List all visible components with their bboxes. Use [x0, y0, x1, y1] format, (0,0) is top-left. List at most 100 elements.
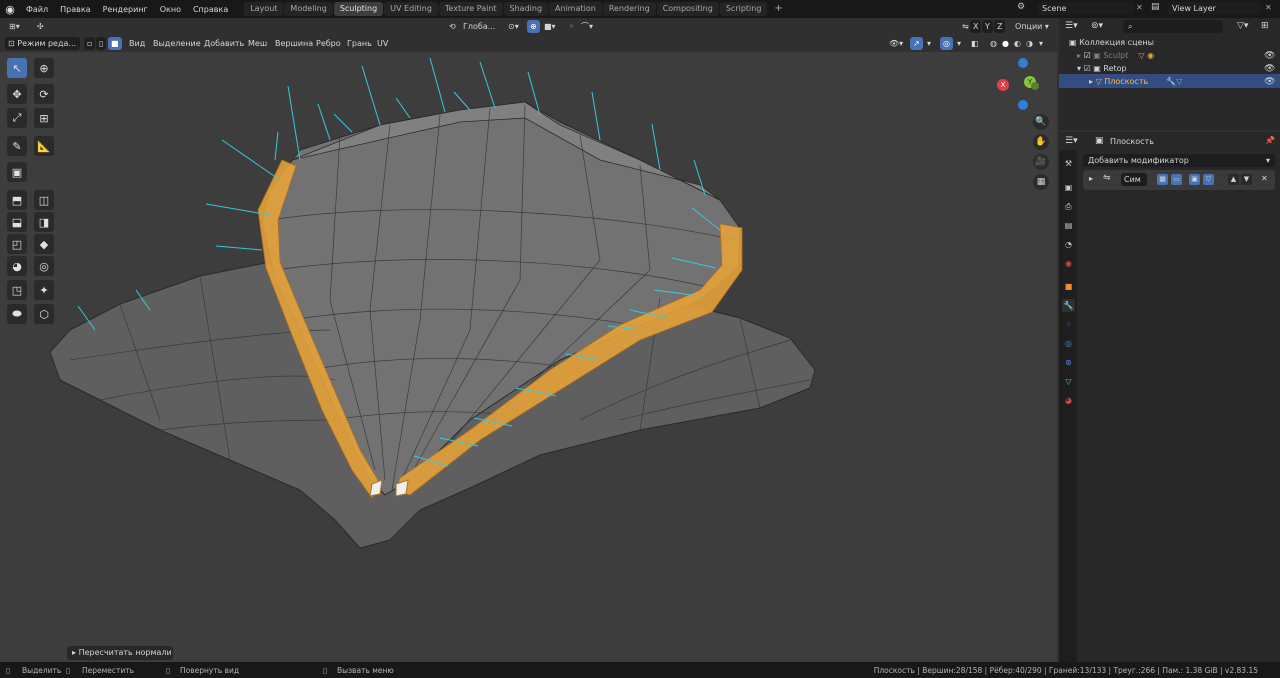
loop-cut-tool[interactable]: ◨	[34, 212, 54, 232]
scene-icon[interactable]: ⚙	[1017, 2, 1025, 12]
bevel-tool[interactable]: ⬓	[7, 212, 27, 232]
orientation-icon[interactable]: ⟲	[446, 20, 459, 33]
tab-rendering[interactable]: Rendering	[602, 2, 656, 16]
transform-tool[interactable]: ⊞	[34, 108, 54, 128]
physics-tab-icon[interactable]: ◎	[1062, 337, 1075, 350]
tab-layout[interactable]: Layout	[244, 2, 284, 16]
view-layer-icon[interactable]: ▤	[1151, 2, 1160, 12]
move-up-icon[interactable]: ▲	[1228, 174, 1239, 185]
scene-tab-icon[interactable]: ◔	[1062, 238, 1075, 251]
outliner-item-retop[interactable]: ▾ ☑ ▣ Retop	[1077, 64, 1127, 73]
select-face-icon[interactable]: ■	[108, 37, 122, 50]
pivot-point-icon[interactable]: ⊙▾	[505, 20, 522, 33]
operator-redo-panel[interactable]: ▸ Пересчитать нормали	[67, 646, 173, 660]
constraints-tab-icon[interactable]: ⊛	[1062, 356, 1075, 369]
outliner-item-plane[interactable]: ▸ ▽ Плоскость 🔧▽	[1089, 77, 1182, 86]
menu-edit[interactable]: Правка	[54, 5, 96, 14]
output-tab-icon[interactable]: ⎙	[1062, 200, 1075, 213]
particles-tab-icon[interactable]: ⁘	[1062, 318, 1075, 331]
select-box-tool[interactable]: ↖	[7, 58, 27, 78]
cage-toggle-icon[interactable]: ▽	[1203, 174, 1214, 185]
render-tab-icon[interactable]: ▣	[1062, 181, 1075, 194]
tab-scripting[interactable]: Scripting	[719, 2, 768, 16]
view-layer-close-icon[interactable]: ✕	[1265, 3, 1272, 12]
move-tool[interactable]: ✥	[7, 84, 27, 104]
options-dropdown[interactable]: Опции ▾	[1012, 20, 1052, 33]
snap-target-icon[interactable]: ■▾	[541, 20, 559, 33]
render-toggle-icon[interactable]: ▣	[1189, 174, 1200, 185]
add-modifier-dropdown[interactable]: Добавить модификатор ▾	[1083, 154, 1275, 167]
tab-sculpting[interactable]: Sculpting	[333, 2, 384, 16]
visibility-eye-icon[interactable]: 👁	[1264, 64, 1275, 74]
gizmo-z-axis[interactable]	[1018, 100, 1028, 110]
menu-face[interactable]: Грань	[344, 37, 375, 50]
overlay-dropdown[interactable]: ▾	[954, 37, 964, 50]
smooth-tool[interactable]: ◎	[34, 256, 54, 276]
tab-modeling[interactable]: Modeling	[284, 2, 333, 16]
overlay-toggle[interactable]: ◎	[940, 37, 953, 50]
snap-toggle[interactable]: ⊕	[527, 20, 540, 33]
select-edge-icon[interactable]: ▯	[96, 37, 107, 50]
tab-animation[interactable]: Animation	[549, 2, 602, 16]
editor-type-icon[interactable]: ⊞▾	[6, 20, 23, 33]
data-tab-icon[interactable]: ▽	[1062, 375, 1075, 388]
visibility-icon[interactable]: 👁▾	[886, 37, 906, 50]
xray-icon[interactable]: ◧	[968, 37, 982, 50]
rip-region-tool[interactable]: ⬡	[34, 304, 54, 324]
scene-collection-row[interactable]: ▣ Коллекция сцены	[1069, 38, 1154, 47]
expand-arrow-icon[interactable]: ▸	[1089, 174, 1093, 183]
checkbox-icon[interactable]: ☑	[1084, 64, 1094, 73]
menu-uv[interactable]: UV	[374, 37, 391, 50]
menu-help[interactable]: Справка	[187, 5, 234, 14]
modifier-name-field[interactable]: Сим	[1121, 173, 1147, 186]
cursor-tool[interactable]: ⊕	[34, 58, 54, 78]
checkbox-icon[interactable]: ☑	[1084, 51, 1094, 60]
menu-add[interactable]: Добавить	[201, 37, 247, 50]
gizmo-z-top-icon[interactable]	[1018, 58, 1028, 68]
menu-render[interactable]: Рендеринг	[97, 5, 154, 14]
move-down-icon[interactable]: ▼	[1241, 174, 1252, 185]
properties-editor-icon[interactable]: ☰▾	[1065, 136, 1078, 146]
shear-tool[interactable]: ⬬	[7, 304, 27, 324]
shading-rendered-icon[interactable]: ◑	[1023, 37, 1036, 50]
shrink-fatten-tool[interactable]: ✦	[34, 280, 54, 300]
view-layer-tab-icon[interactable]: ▤	[1062, 219, 1075, 232]
remove-modifier-icon[interactable]: ✕	[1261, 174, 1268, 183]
mirror-z-toggle[interactable]: Z	[994, 20, 1006, 33]
mirror-y-toggle[interactable]: Y	[982, 20, 993, 33]
gizmo-x-axis[interactable]: X	[997, 79, 1009, 91]
rotate-tool[interactable]: ⟳	[34, 84, 54, 104]
gizmo-dropdown[interactable]: ▾	[924, 37, 934, 50]
world-tab-icon[interactable]: ◉	[1062, 257, 1075, 270]
menu-mesh[interactable]: Меш	[245, 37, 270, 50]
gizmo-toggle[interactable]: ↗	[910, 37, 923, 50]
falloff-icon[interactable]: ⌒▾	[578, 20, 596, 33]
blender-logo-icon[interactable]: ◉	[0, 3, 20, 16]
menu-view[interactable]: Вид	[126, 37, 148, 50]
tab-compositing[interactable]: Compositing	[656, 2, 719, 16]
edge-slide-tool[interactable]: ◳	[7, 280, 27, 300]
modifier-header[interactable]: ▸ ⇋ Сим ▦ ▭ ▣ ▽ ▲ ▼ ✕	[1083, 170, 1275, 190]
tab-shading[interactable]: Shading	[503, 2, 549, 16]
view-layer-field[interactable]: View Layer	[1167, 2, 1261, 15]
outliner-item-sculpt[interactable]: ▸ ☑ ▣ Sculpt ▽ ◉	[1077, 51, 1154, 60]
knife-tool[interactable]: ◰	[7, 234, 27, 254]
measure-tool[interactable]: 📐	[34, 136, 54, 156]
visibility-eye-icon[interactable]: 👁	[1264, 51, 1275, 61]
material-tab-icon[interactable]: ◕	[1062, 394, 1075, 407]
visibility-eye-icon[interactable]: 👁	[1264, 77, 1275, 87]
3d-viewport[interactable]: ↖ ⊕ ✥ ⟳ ⤢ ⊞ ✎ 📐 ▣ ⬒ ◫ ⬓ ◨ ◰ ◆ ◕ ◎ ◳ ✦ ⬬ …	[0, 52, 1057, 662]
mode-dropdown[interactable]: ⊡ Режим реда...	[5, 37, 80, 50]
zoom-icon[interactable]: 🔍	[1033, 114, 1049, 130]
add-workspace-button[interactable]: +	[768, 2, 788, 16]
orientation-dropdown[interactable]: Глоба...	[460, 20, 498, 33]
menu-select[interactable]: Выделение	[150, 37, 204, 50]
add-cube-tool[interactable]: ▣	[7, 162, 27, 182]
scene-close-icon[interactable]: ✕	[1136, 3, 1143, 12]
scale-tool[interactable]: ⤢	[7, 108, 27, 128]
camera-view-icon[interactable]: 🎥	[1033, 154, 1049, 170]
gizmo-neg-y-icon[interactable]	[1031, 82, 1039, 90]
realtime-toggle-icon[interactable]: ▭	[1171, 174, 1182, 185]
perspective-grid-icon[interactable]: ▦	[1033, 174, 1049, 190]
tool-tab-icon[interactable]: ⚒	[1062, 157, 1075, 170]
